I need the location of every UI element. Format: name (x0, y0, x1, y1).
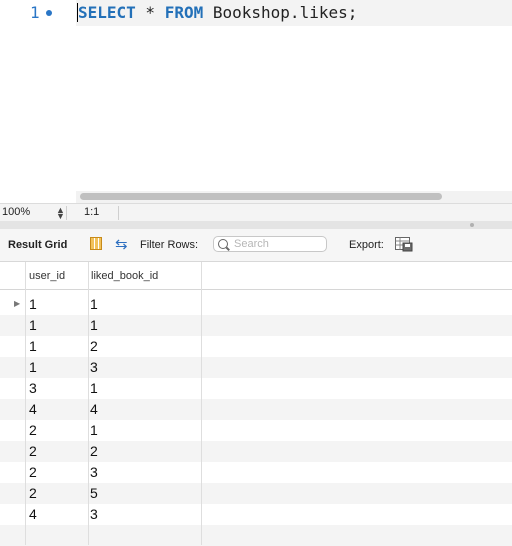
search-icon (218, 239, 228, 249)
column-divider (88, 262, 89, 545)
column-divider (25, 262, 26, 545)
cell-liked-book-id[interactable]: 1 (90, 296, 98, 312)
statement-marker-icon (46, 10, 52, 16)
export-icon[interactable] (395, 237, 413, 252)
cell-liked-book-id[interactable]: 4 (90, 401, 98, 417)
cursor-position: 1:1 (84, 206, 119, 220)
filter-rows-label: Filter Rows: (140, 239, 199, 251)
result-grid[interactable]: user_id liked_book_id ▶ 1 1 1 1 1 2 1 3 3 1 4 4 2 1 2 2 2… (0, 262, 512, 546)
result-grid-title: Result Grid (8, 239, 68, 251)
search-input[interactable] (234, 238, 324, 250)
refresh-icon[interactable]: ⇆ (115, 235, 128, 253)
cell-liked-book-id[interactable]: 2 (90, 443, 98, 459)
result-toolbar: Result Grid ⇆ Filter Rows: Export: (0, 229, 512, 262)
cell-liked-book-id[interactable]: 3 (90, 506, 98, 522)
editor-statusbar: 100% ▲ ▼ 1:1 (0, 203, 512, 222)
grid-view-icon[interactable] (90, 237, 102, 250)
cell-liked-book-id[interactable]: 5 (90, 485, 98, 501)
table-reference: Bookshop.likes; (203, 3, 358, 22)
table-row[interactable]: 23 (0, 462, 512, 483)
cell-liked-book-id[interactable]: 1 (90, 380, 98, 396)
panel-splitter[interactable] (0, 221, 512, 229)
cell-liked-book-id[interactable]: 2 (90, 338, 98, 354)
cell-user-id[interactable]: 1 (29, 338, 37, 354)
cell-user-id[interactable]: 1 (29, 317, 37, 333)
table-row[interactable]: 21 (0, 420, 512, 441)
cell-user-id[interactable]: 2 (29, 485, 37, 501)
sql-editor[interactable]: 1 SELECT * FROM Bookshop.likes; (0, 0, 512, 204)
cell-liked-book-id[interactable]: 3 (90, 359, 98, 375)
splitter-handle-icon[interactable] (470, 223, 474, 227)
export-label: Export: (349, 239, 384, 251)
cell-user-id[interactable]: 4 (29, 506, 37, 522)
table-row[interactable]: 31 (0, 378, 512, 399)
table-row[interactable]: ▶ 1 1 (0, 294, 512, 315)
table-row[interactable]: 11 (0, 315, 512, 336)
cell-user-id[interactable]: 1 (29, 359, 37, 375)
table-row[interactable]: 25 (0, 483, 512, 504)
keyword-from: FROM (164, 3, 204, 22)
column-header-user-id[interactable]: user_id (29, 270, 65, 282)
editor-gutter: 1 (0, 0, 76, 26)
cell-user-id[interactable]: 3 (29, 380, 37, 396)
table-row[interactable]: 22 (0, 441, 512, 462)
line-number: 1 (30, 3, 40, 22)
cell-liked-book-id[interactable]: 3 (90, 464, 98, 480)
horizontal-scrollbar[interactable] (76, 191, 512, 203)
sql-statement[interactable]: SELECT * FROM Bookshop.likes; (78, 3, 357, 22)
table-row[interactable]: 12 (0, 336, 512, 357)
zoom-select[interactable]: 100% ▲ ▼ (2, 206, 67, 221)
column-header-liked-book-id[interactable]: liked_book_id (91, 270, 158, 282)
cell-user-id[interactable]: 1 (29, 296, 37, 312)
table-row[interactable]: 43 (0, 504, 512, 525)
cursor-position-value: 1:1 (84, 206, 100, 218)
keyword-select: SELECT (78, 3, 136, 22)
select-star: * (135, 3, 165, 22)
cell-user-id[interactable]: 4 (29, 401, 37, 417)
current-row-icon: ▶ (14, 299, 21, 308)
filter-search-box[interactable] (213, 236, 327, 252)
table-row[interactable]: 13 (0, 357, 512, 378)
horizontal-scrollbar-thumb[interactable] (80, 193, 442, 200)
cell-liked-book-id[interactable]: 1 (90, 422, 98, 438)
empty-row[interactable] (0, 525, 512, 546)
cell-liked-book-id[interactable]: 1 (90, 317, 98, 333)
cell-user-id[interactable]: 2 (29, 464, 37, 480)
stepper-arrows-icon[interactable]: ▲ ▼ (56, 206, 65, 221)
column-divider (201, 262, 202, 545)
cell-user-id[interactable]: 2 (29, 422, 37, 438)
cell-user-id[interactable]: 2 (29, 443, 37, 459)
grid-header: user_id liked_book_id (0, 262, 512, 290)
table-row[interactable]: 44 (0, 399, 512, 420)
zoom-value: 100% (2, 206, 31, 218)
